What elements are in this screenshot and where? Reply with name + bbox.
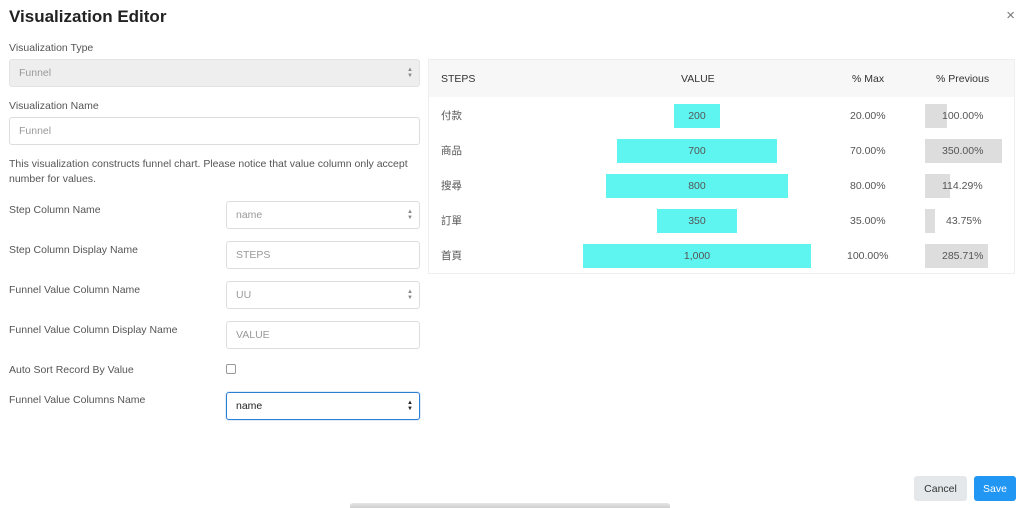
viz-type-select: Funnel ▲ ▼ — [9, 59, 420, 87]
pct-previous-cell: 285.71% — [942, 249, 984, 262]
previous-bar — [925, 209, 935, 233]
step-display-label: Step Column Display Name — [9, 244, 138, 256]
select-arrows-icon: ▲ ▼ — [407, 67, 413, 79]
value-column-value: UU — [236, 289, 252, 301]
help-text: This visualization constructs funnel cha… — [9, 158, 408, 185]
step-cell: 訂單 — [441, 215, 462, 227]
pct-max-cell: 100.00% — [847, 249, 889, 262]
value-bar: 1,000 — [583, 244, 811, 268]
select-arrows-icon: ▲ ▼ — [407, 209, 413, 221]
table-row: 付款 200 20.00% 100.00% — [429, 98, 1014, 133]
header-steps: STEPS — [441, 72, 476, 85]
step-column-label: Step Column Name — [9, 204, 101, 216]
value-display-label: Funnel Value Column Display Name — [9, 324, 178, 336]
table-header: STEPS VALUE % Max % Previous — [429, 60, 1014, 97]
save-button[interactable]: Save — [974, 476, 1016, 501]
dialog-title: Visualization Editor — [9, 7, 167, 26]
value-bar: 200 — [674, 104, 720, 128]
table-row: 搜尋 800 80.00% 114.29% — [429, 168, 1014, 203]
pct-max-cell: 70.00% — [850, 144, 886, 157]
select-arrows-icon: ▲ ▼ — [407, 289, 413, 301]
step-cell: 商品 — [441, 145, 462, 157]
value-columns-value: name — [236, 400, 263, 412]
header-pct-max: % Max — [852, 72, 885, 85]
step-display-placeholder: STEPS — [236, 249, 271, 261]
auto-sort-label: Auto Sort Record By Value — [9, 364, 134, 376]
viz-name-input[interactable]: Funnel — [9, 117, 420, 145]
pct-previous-cell: 114.29% — [942, 179, 983, 192]
value-columns-label: Funnel Value Columns Name — [9, 394, 146, 406]
pct-previous-cell: 43.75% — [946, 214, 982, 227]
header-pct-previous: % Previous — [936, 72, 990, 85]
auto-sort-checkbox[interactable] — [226, 364, 236, 374]
pct-max-cell: 20.00% — [850, 109, 886, 122]
bottom-edge-shadow — [350, 503, 670, 508]
value-display-placeholder: VALUE — [236, 329, 270, 341]
close-icon[interactable]: × — [1006, 8, 1015, 23]
step-column-value: name — [236, 209, 263, 221]
pct-previous-cell: 100.00% — [942, 109, 984, 122]
value-display-input[interactable]: VALUE — [226, 321, 420, 349]
header-value: VALUE — [681, 72, 715, 85]
value-column-select[interactable]: UU ▲ ▼ — [226, 281, 420, 309]
step-cell: 付款 — [441, 110, 462, 122]
viz-type-value: Funnel — [19, 67, 52, 79]
table-row: 訂單 350 35.00% 43.75% — [429, 203, 1014, 238]
step-display-input[interactable]: STEPS — [226, 241, 420, 269]
pct-max-cell: 35.00% — [850, 214, 886, 227]
value-bar: 800 — [605, 174, 789, 198]
table-row: 首頁 1,000 100.00% 285.71% — [429, 238, 1014, 273]
viz-name-value: Funnel — [19, 125, 52, 137]
value-bar: 700 — [617, 139, 777, 163]
value-columns-select[interactable]: name ▲ ▼ — [226, 392, 420, 420]
pct-previous-cell: 350.00% — [942, 144, 984, 157]
viz-type-label: Visualization Type — [9, 42, 94, 54]
cancel-button[interactable]: Cancel — [914, 476, 967, 501]
value-bar: 350 — [657, 209, 737, 233]
pct-max-cell: 80.00% — [850, 179, 886, 192]
step-cell: 首頁 — [441, 250, 462, 262]
step-column-select[interactable]: name ▲ ▼ — [226, 201, 420, 229]
table-row: 商品 700 70.00% 350.00% — [429, 133, 1014, 168]
viz-name-label: Visualization Name — [9, 100, 99, 112]
value-column-label: Funnel Value Column Name — [9, 284, 141, 296]
select-arrows-icon: ▲ ▼ — [407, 400, 413, 412]
step-cell: 搜尋 — [441, 180, 462, 192]
funnel-preview: STEPS VALUE % Max % Previous 付款 200 20.00%… — [428, 59, 1015, 274]
